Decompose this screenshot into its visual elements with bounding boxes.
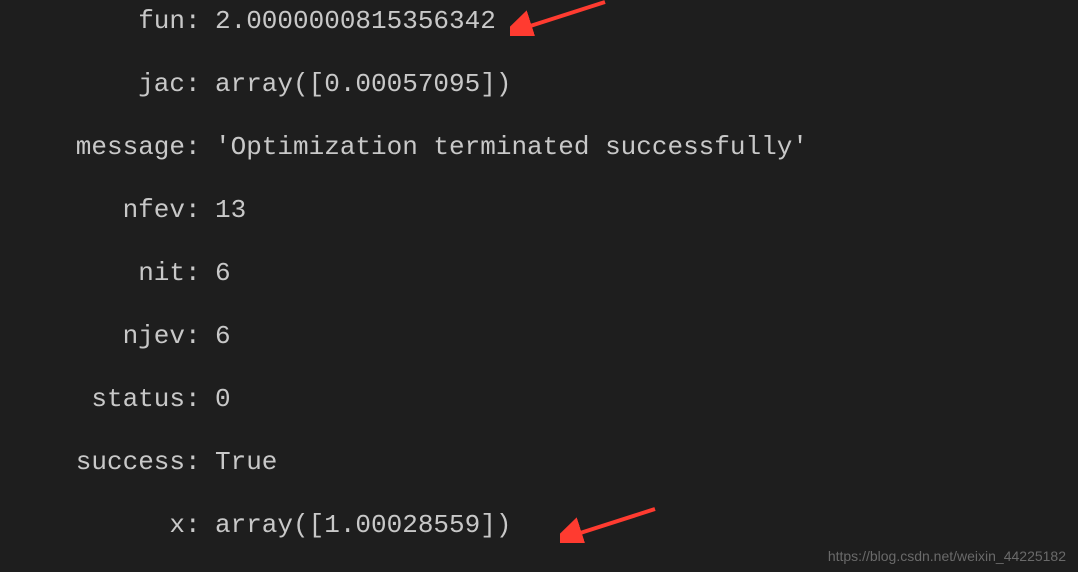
colon: : (185, 191, 215, 230)
result-value: array([1.00028559]) (215, 506, 511, 545)
result-value: 2.0000000815356342 (215, 2, 496, 41)
colon: : (185, 2, 215, 41)
result-key: nit (0, 254, 185, 293)
result-row-nit: nit: 6 (0, 254, 1078, 293)
colon: : (185, 317, 215, 356)
colon: : (185, 443, 215, 482)
result-key: x (0, 506, 185, 545)
result-key: njev (0, 317, 185, 356)
result-value: 6 (215, 317, 231, 356)
result-row-x: x: array([1.00028559]) (0, 506, 1078, 545)
result-row-status: status: 0 (0, 380, 1078, 419)
result-row-message: message: 'Optimization terminated succes… (0, 128, 1078, 167)
result-key: status (0, 380, 185, 419)
colon: : (185, 380, 215, 419)
result-value: True (215, 443, 277, 482)
result-key: nfev (0, 191, 185, 230)
arrow-annotation-icon (560, 505, 660, 543)
colon: : (185, 254, 215, 293)
arrow-annotation-icon (510, 0, 610, 36)
result-key: fun (0, 2, 185, 41)
optimization-result-output: fun: 2.0000000815356342 jac: array([0.00… (0, 0, 1078, 545)
result-value: array([0.00057095]) (215, 65, 511, 104)
result-value: 'Optimization terminated successfully' (215, 128, 808, 167)
result-key: message (0, 128, 185, 167)
result-row-njev: njev: 6 (0, 317, 1078, 356)
result-value: 6 (215, 254, 231, 293)
result-row-nfev: nfev: 13 (0, 191, 1078, 230)
result-row-success: success: True (0, 443, 1078, 482)
result-key: success (0, 443, 185, 482)
colon: : (185, 65, 215, 104)
result-key: jac (0, 65, 185, 104)
watermark-text: https://blog.csdn.net/weixin_44225182 (828, 548, 1066, 564)
result-value: 13 (215, 191, 246, 230)
colon: : (185, 128, 215, 167)
result-value: 0 (215, 380, 231, 419)
colon: : (185, 506, 215, 545)
result-row-jac: jac: array([0.00057095]) (0, 65, 1078, 104)
